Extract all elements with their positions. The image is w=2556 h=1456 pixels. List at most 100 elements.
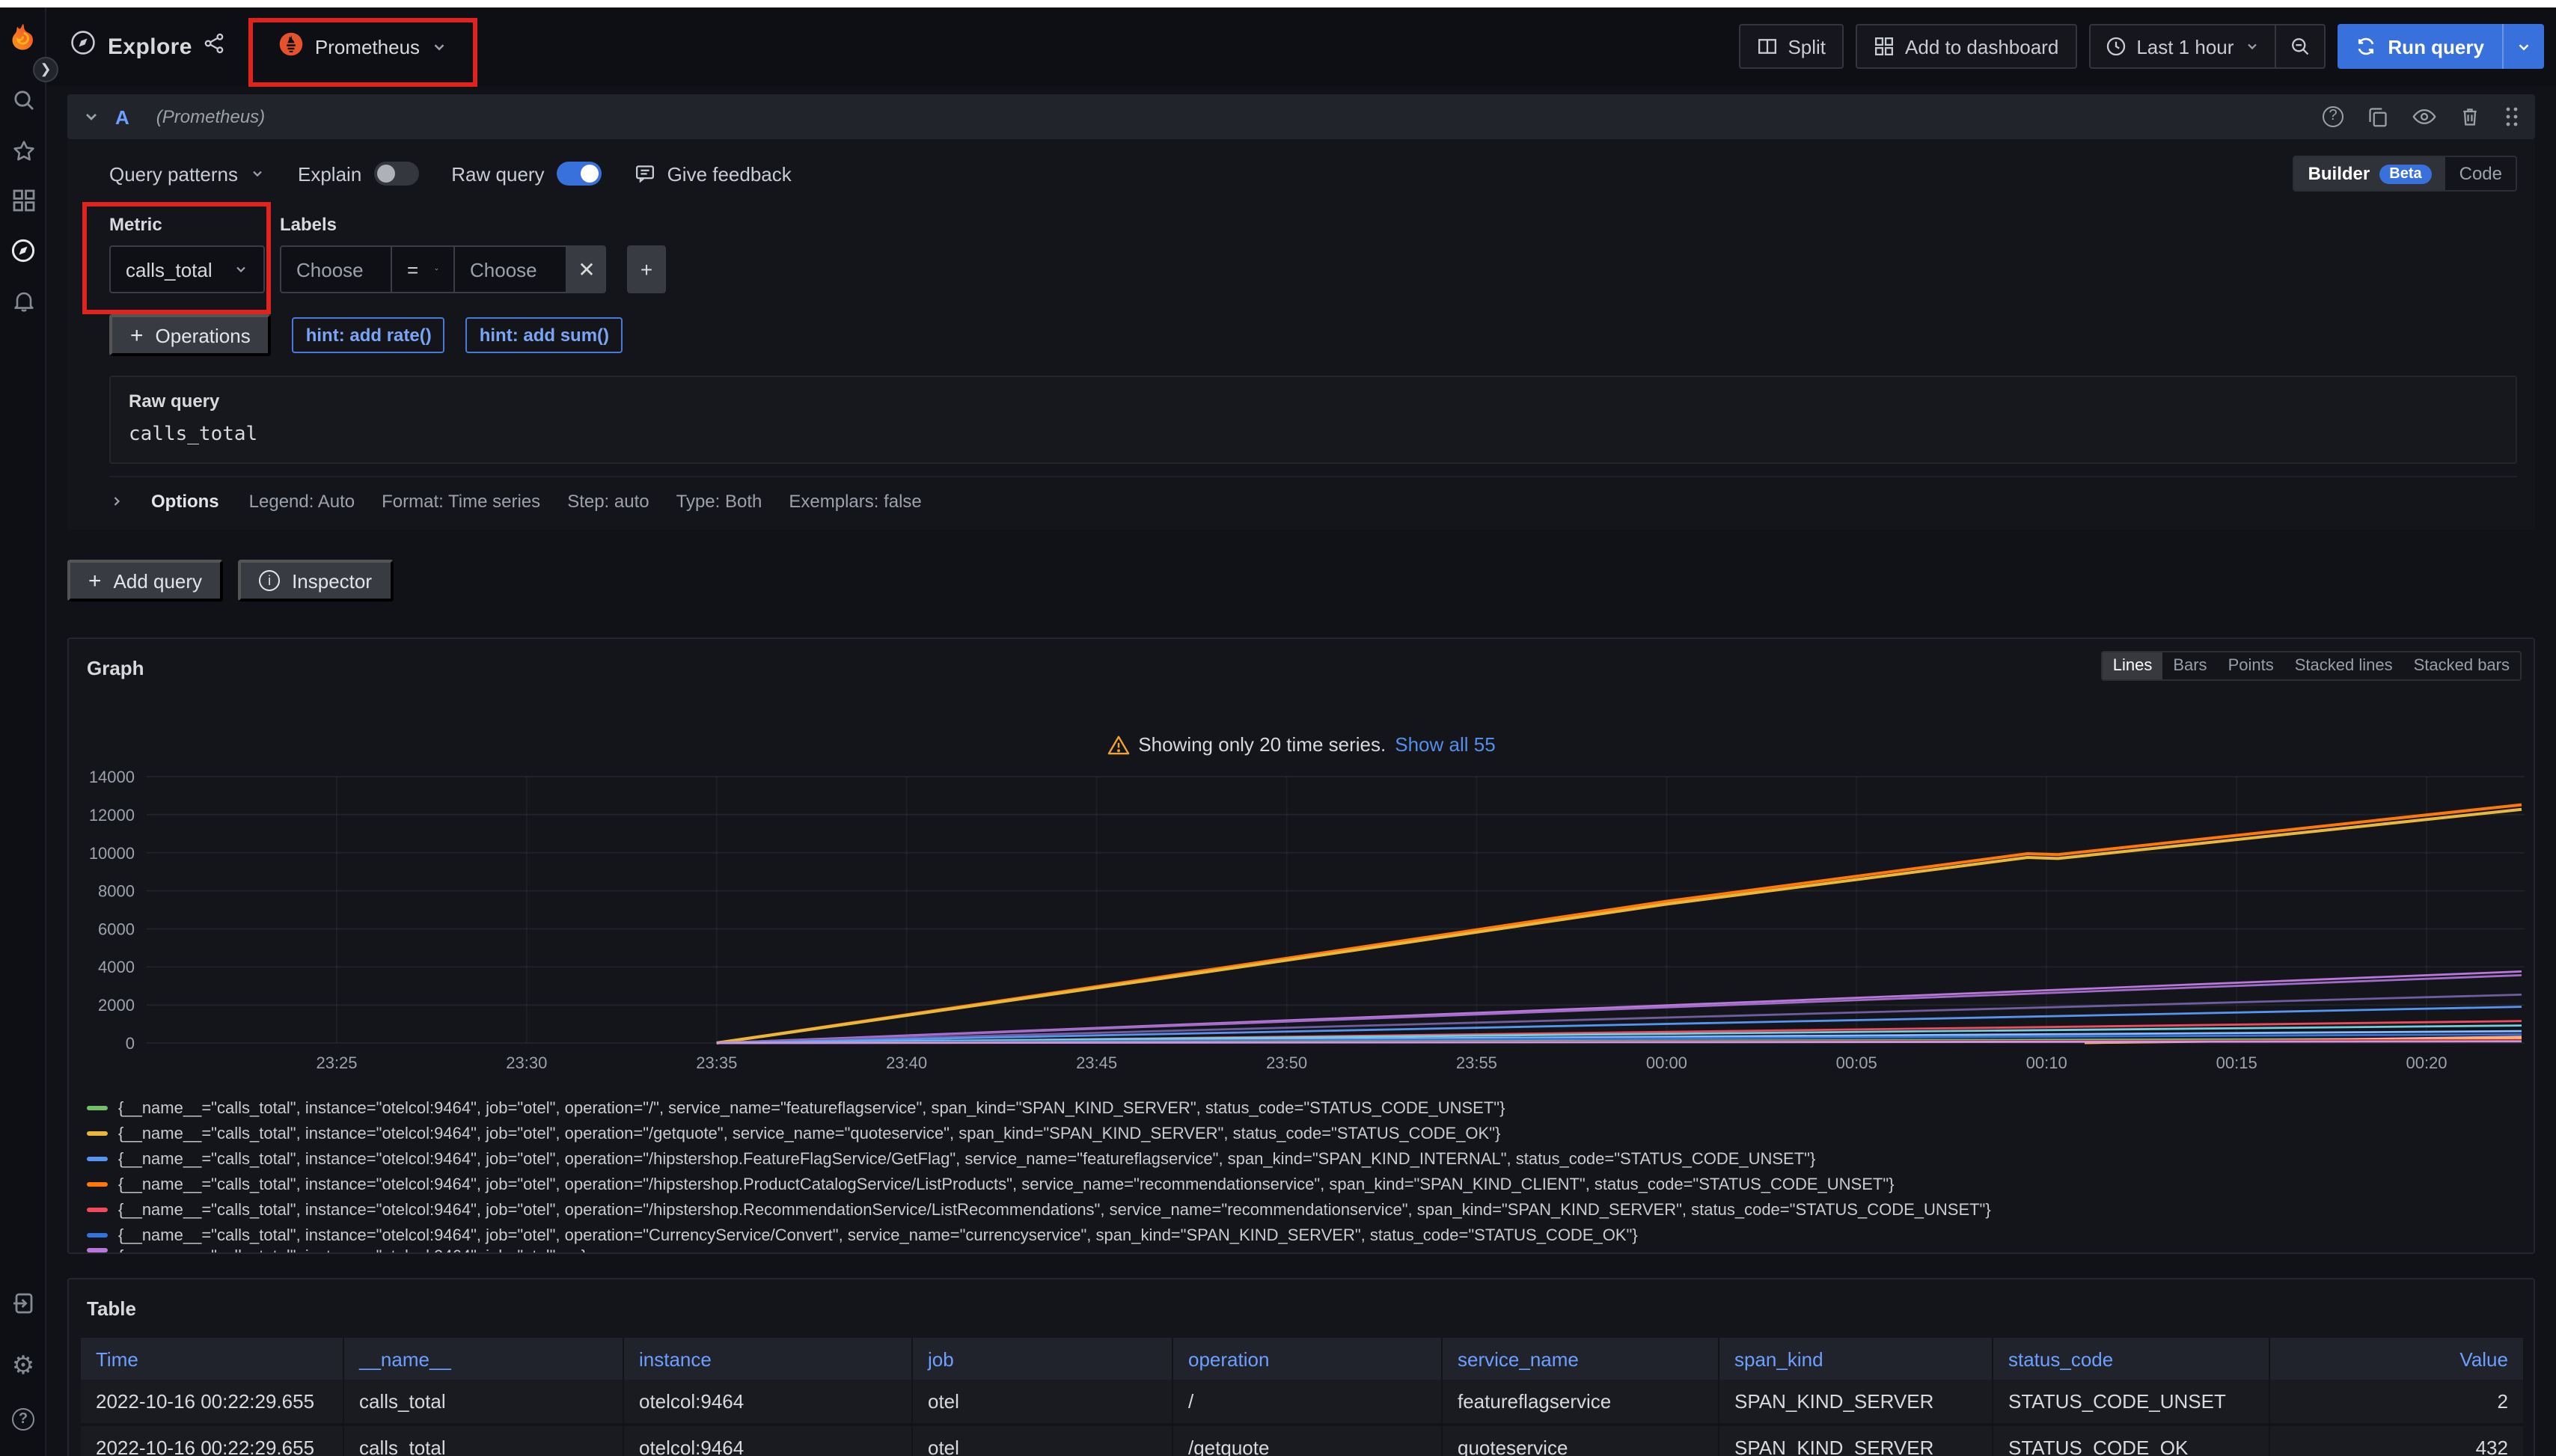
zoom-out-time-button[interactable] [2274,25,2323,67]
table-cell: calls_total [344,1426,624,1456]
column-header-statuscode[interactable]: status_code [1993,1338,2270,1380]
code-tab[interactable]: Code [2446,157,2516,190]
show-all-series-link[interactable]: Show all 55 [1395,733,1495,756]
time-range-picker[interactable]: Last 1 hour [2090,25,2274,67]
legend-swatch [87,1248,108,1252]
table-panel: Table Time__name__instancejoboperationse… [67,1278,2535,1456]
table-panel-title: Table [81,1291,2522,1326]
legend-label: {__name__="calls_total", instance="otelc… [118,1175,1895,1193]
legend-swatch [87,1131,108,1136]
chevron-down-icon [250,166,265,181]
chevron-down-icon [2244,39,2259,54]
time-range-group: Last 1 hour [2088,24,2325,69]
trash-icon[interactable] [2460,106,2480,127]
svg-text:23:40: 23:40 [886,1053,927,1072]
duplicate-icon[interactable] [2367,106,2388,127]
metric-select[interactable]: calls_total [109,245,265,293]
grafana-logo-icon[interactable] [0,22,46,54]
help-icon[interactable]: ? [0,1408,46,1431]
legend-item[interactable]: {__name__="calls_total", instance="otelc… [87,1197,2522,1223]
operations-button[interactable]: + Operations [109,314,272,356]
svg-text:0: 0 [126,1034,135,1053]
label-value-select[interactable]: Choose [455,245,567,293]
split-button[interactable]: Split [1738,24,1844,69]
builder-tab[interactable]: Builder Beta [2295,157,2446,190]
results-table: Time__name__instancejoboperationservice_… [81,1338,2522,1456]
hint-add-rate-button[interactable]: hint: add rate() [293,317,445,353]
star-icon[interactable] [0,139,46,163]
svg-text:23:35: 23:35 [696,1053,737,1072]
labels-field-label: Labels [280,214,666,235]
column-header-time[interactable]: Time [81,1338,344,1380]
column-header-value[interactable]: Value [2270,1338,2525,1380]
settings-gear-icon[interactable]: ⚙ [0,1353,46,1378]
column-header-job[interactable]: job [913,1338,1173,1380]
table-cell: 432 [2270,1426,2525,1456]
legend-item[interactable]: {__name__="calls_total", instance="otelc… [87,1146,2522,1172]
explore-compass-badge-icon [70,30,96,63]
query-patterns-dropdown[interactable]: Query patterns [109,162,265,185]
collapse-chevron-icon[interactable] [82,108,100,126]
legend-item[interactable]: {__name__="calls_total", instance="otelc… [87,1095,2522,1121]
sidebar-expand-button[interactable]: ❯ [33,57,58,82]
search-icon[interactable] [0,88,46,112]
column-header-name[interactable]: __name__ [344,1338,624,1380]
raw-query-toggle[interactable] [557,162,602,186]
remove-label-filter-button[interactable]: ✕ [567,245,606,293]
graph-plot[interactable]: 0200040006000800010000120001400023:2523:… [81,771,2525,1073]
query-row-header[interactable]: A (Prometheus) ? [67,94,2535,139]
graph-mode-points[interactable]: Points [2218,652,2284,679]
table-cell: otel [913,1426,1173,1456]
svg-text:23:30: 23:30 [506,1053,547,1072]
alerting-bell-icon[interactable] [0,289,46,313]
column-header-spankind[interactable]: span_kind [1719,1338,1993,1380]
datasource-picker[interactable]: Prometheus [264,24,462,69]
query-header-actions: ? [2323,106,2520,127]
legend-item[interactable]: {__name__="calls_total", instance="otelc… [87,1172,2522,1197]
query-help-icon[interactable]: ? [2323,106,2343,127]
label-operator-select[interactable]: = [392,245,455,293]
legend-swatch [87,1208,108,1212]
inspector-button[interactable]: i Inspector [238,560,393,602]
chevron-down-icon [430,38,447,55]
options-title: Options [151,490,219,511]
raw-query-label: Raw query [451,162,544,185]
apps-icon [1874,36,1895,57]
prometheus-logo-icon [279,31,305,61]
give-feedback-link[interactable]: Give feedback [635,162,792,185]
legend-label: {__name__="calls_total", instance="otelc… [118,1201,1991,1219]
label-name-select[interactable]: Choose [280,245,392,293]
legend-item[interactable]: {__name__="calls_total", instance="otelc… [87,1248,2522,1254]
table-cell: otelcol:9464 [624,1380,913,1426]
share-icon[interactable] [204,32,225,61]
drag-handle-icon[interactable] [2504,106,2520,127]
grafana-explore-window: ⚙ ? ❯ Explore Prometheus [0,0,2556,1456]
legend-item[interactable]: {__name__="calls_total", instance="otelc… [87,1121,2522,1146]
explore-compass-icon[interactable] [0,238,46,263]
graph-mode-stacked-bars[interactable]: Stacked bars [2403,652,2520,679]
disable-eye-icon[interactable] [2412,106,2436,127]
option-item: Type: Both [676,490,762,511]
explain-toggle[interactable] [373,162,418,186]
column-header-instance[interactable]: instance [624,1338,913,1380]
hint-add-sum-button[interactable]: hint: add sum() [466,317,623,353]
add-label-filter-button[interactable]: + [627,245,666,293]
sign-in-icon[interactable] [0,1291,46,1315]
graph-mode-stacked-lines[interactable]: Stacked lines [2284,652,2403,679]
dashboards-icon[interactable] [0,189,46,212]
zoom-out-icon [2289,36,2310,57]
graph-mode-lines[interactable]: Lines [2103,652,2163,679]
add-query-button[interactable]: + Add query [67,560,223,602]
legend-item[interactable]: {__name__="calls_total", instance="otelc… [87,1223,2522,1248]
column-header-servicename[interactable]: service_name [1443,1338,1719,1380]
run-query-dropdown[interactable] [2502,24,2544,69]
add-to-dashboard-button[interactable]: Add to dashboard [1856,24,2076,69]
svg-text:00:20: 00:20 [2406,1053,2447,1072]
graph-mode-bars[interactable]: Bars [2162,652,2217,679]
run-query-button[interactable]: Run query [2337,24,2502,69]
column-header-operation[interactable]: operation [1173,1338,1443,1380]
query-options-row[interactable]: Options Legend: AutoFormat: Time seriesS… [109,476,2517,515]
option-item: Format: Time series [382,490,540,511]
explore-content: A (Prometheus) ? Query patterns Explain [67,85,2535,1456]
table-cell: SPAN_KIND_SERVER [1719,1380,1993,1426]
